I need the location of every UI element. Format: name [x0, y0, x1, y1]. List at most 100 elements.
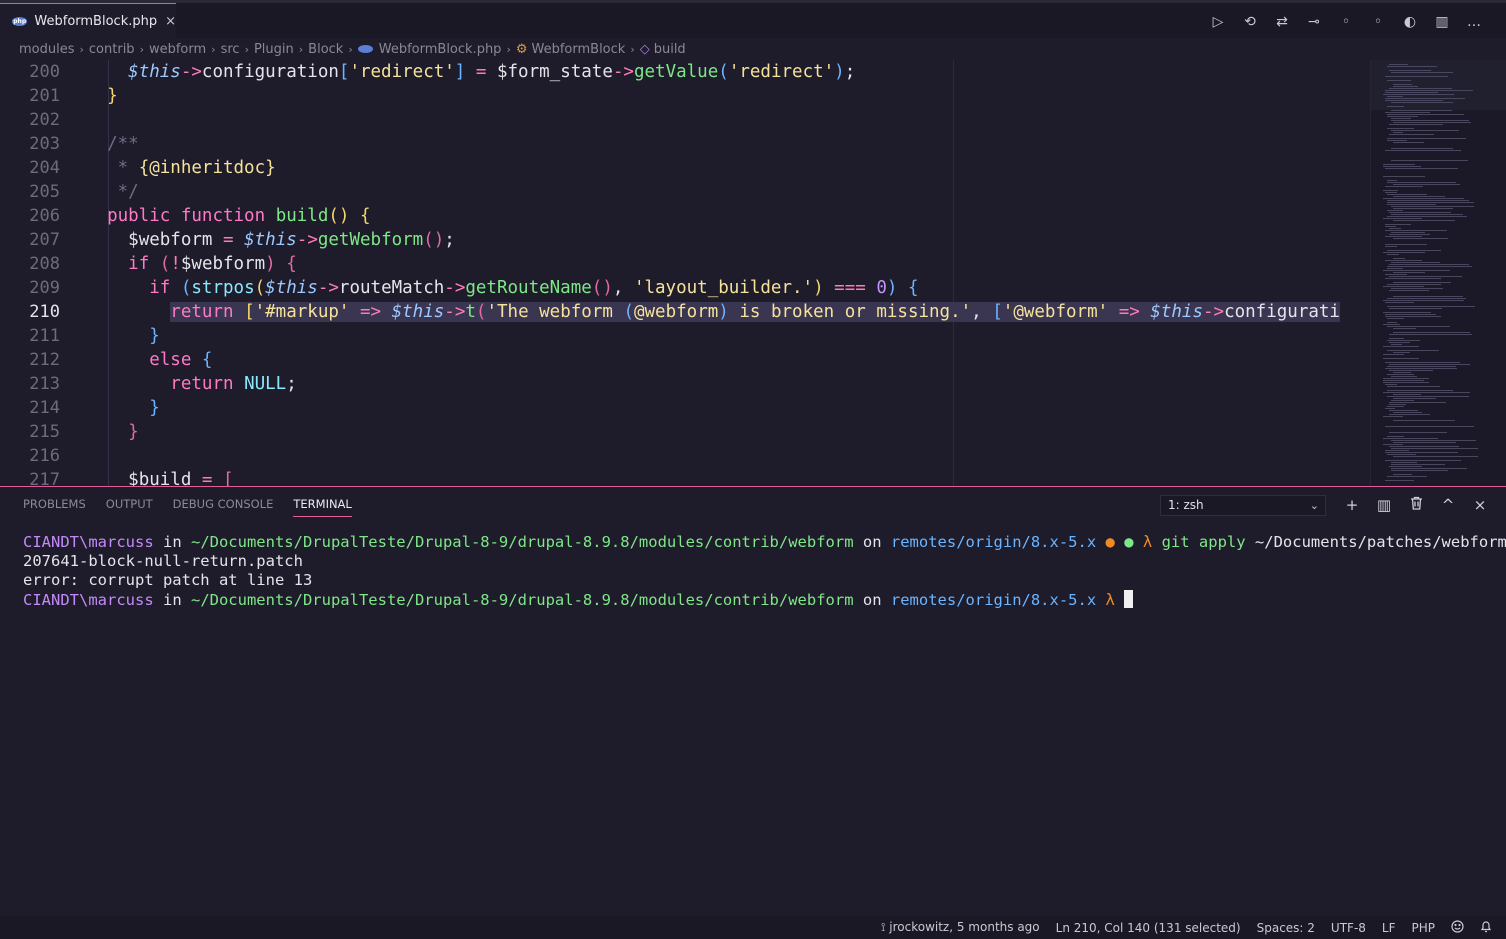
terminal-output[interactable]: CIANDT\marcuss in ~/Documents/DrupalTest… — [23, 533, 1506, 610]
language-mode-status[interactable]: PHP — [1412, 921, 1436, 935]
line-number: 207 — [29, 230, 60, 250]
minimap-line — [1389, 410, 1418, 411]
close-icon[interactable]: × — [165, 14, 176, 29]
new-terminal-icon[interactable]: + — [1336, 494, 1368, 516]
minimap-line — [1387, 436, 1404, 437]
breadcrumb-method[interactable]: build — [654, 42, 686, 57]
php-file-icon — [357, 45, 373, 53]
minimap-line — [1385, 236, 1422, 237]
minimap-line — [1393, 196, 1445, 197]
breadcrumb-item-contrib[interactable]: contrib — [89, 42, 135, 57]
more-actions-icon[interactable]: … — [1458, 12, 1490, 32]
minimap-line — [1393, 372, 1411, 373]
minimap-line — [1387, 216, 1467, 217]
code-line: if (strpos($this->routeMatch->getRouteNa… — [149, 278, 919, 298]
minimap-line — [1393, 238, 1448, 239]
code-line: $build = [ — [128, 470, 234, 486]
minimap-line — [1389, 88, 1452, 89]
maximize-panel-icon[interactable]: ^ — [1432, 494, 1464, 516]
minimap-line — [1383, 382, 1429, 383]
compare-changes-icon[interactable]: ⇄ — [1266, 12, 1298, 32]
indentation-status[interactable]: Spaces: 2 — [1257, 921, 1315, 935]
minimap-line — [1387, 476, 1427, 477]
minimap-line — [1389, 334, 1472, 335]
minimap-line — [1385, 408, 1395, 409]
tab-debug-console[interactable]: DEBUG CONSOLE — [173, 497, 274, 517]
tab-webformblock[interactable]: php WebformBlock.php × — [0, 3, 176, 38]
minimap-line — [1385, 316, 1441, 317]
trash-icon[interactable] — [1400, 494, 1432, 516]
timeline-icon[interactable]: ◐ — [1394, 12, 1426, 32]
minimap-line — [1391, 464, 1445, 465]
code-line: if (!$webform) { — [128, 254, 297, 274]
line-number: 209 — [29, 278, 60, 298]
minimap-line — [1387, 140, 1407, 141]
minimap-line — [1385, 452, 1458, 453]
code-line: */ — [117, 182, 139, 202]
minimap-line — [1383, 392, 1470, 393]
tab-terminal[interactable]: TERMINAL — [293, 497, 352, 517]
minimap-line — [1385, 92, 1438, 93]
minimap-line — [1393, 420, 1455, 421]
run-icon[interactable]: ▷ — [1202, 12, 1234, 32]
minimap-line — [1387, 350, 1439, 351]
code-line: * {@inheritdoc} — [117, 158, 276, 178]
minimap-line — [1387, 366, 1456, 367]
history-icon[interactable]: ⟲ — [1234, 12, 1266, 32]
breadcrumb-class[interactable]: WebformBlock — [532, 42, 626, 57]
eol-status[interactable]: LF — [1382, 921, 1396, 935]
minimap[interactable] — [1370, 60, 1506, 486]
minimap-line — [1389, 228, 1401, 229]
code-editor[interactable]: 200 201 202 203 204 205 206 207 208 209 … — [0, 60, 1506, 486]
breadcrumb-item-webform[interactable]: webform — [149, 42, 206, 57]
minimap-line — [1391, 288, 1443, 289]
terminal-selector[interactable]: 1: zsh ⌄ — [1160, 495, 1326, 516]
git-blame-status[interactable]: ⟟ jrockowitz, 5 months ago — [881, 920, 1040, 935]
minimap-line — [1389, 446, 1459, 447]
tab-output[interactable]: OUTPUT — [106, 497, 153, 517]
minimap-line — [1387, 210, 1403, 211]
minimap-line — [1383, 300, 1464, 301]
minimap-line — [1387, 266, 1472, 267]
breadcrumb-item-src[interactable]: src — [221, 42, 240, 57]
minimap-line — [1385, 90, 1473, 91]
panel-tabs: PROBLEMS OUTPUT DEBUG CONSOLE TERMINAL — [23, 497, 352, 517]
cursor-position-status[interactable]: Ln 210, Col 140 (131 selected) — [1056, 921, 1241, 935]
minimap-line — [1387, 96, 1403, 97]
minimap-line — [1385, 168, 1458, 169]
encoding-status[interactable]: UTF-8 — [1331, 921, 1366, 935]
breadcrumb-file[interactable]: WebformBlock.php — [379, 42, 502, 57]
minimap-line — [1387, 200, 1469, 201]
minimap-line — [1383, 252, 1425, 253]
git-commit-icon[interactable]: ⊸ — [1298, 12, 1330, 32]
code-line: else { — [149, 350, 213, 370]
minimap-line — [1393, 258, 1405, 259]
bell-icon[interactable] — [1480, 920, 1492, 936]
previous-change-icon[interactable]: ◦ — [1330, 12, 1362, 32]
minimap-line — [1387, 306, 1475, 307]
minimap-line — [1393, 474, 1412, 475]
split-editor-icon[interactable]: ▥ — [1426, 12, 1458, 32]
minimap-line — [1383, 438, 1438, 439]
breadcrumb-item-plugin[interactable]: Plugin — [254, 42, 294, 57]
minimap-line — [1393, 220, 1455, 221]
minimap-line — [1387, 128, 1414, 129]
minimap-line — [1393, 442, 1456, 443]
minimap-line — [1385, 226, 1396, 227]
minimap-line — [1393, 84, 1412, 85]
feedback-icon[interactable] — [1451, 919, 1464, 936]
breadcrumb-item-modules[interactable]: modules — [19, 42, 75, 57]
code-line-selected: return ['#markup' => $this->t('The webfo… — [170, 302, 1340, 322]
minimap-line — [1385, 426, 1474, 427]
split-terminal-icon[interactable]: ▥ — [1368, 494, 1400, 516]
minimap-line — [1385, 186, 1423, 187]
line-number: 212 — [29, 350, 60, 370]
minimap-line — [1385, 98, 1465, 99]
next-change-icon[interactable]: ◦ — [1362, 12, 1394, 32]
close-panel-icon[interactable]: × — [1464, 494, 1496, 516]
breadcrumb-item-block[interactable]: Block — [308, 42, 343, 57]
minimap-line — [1385, 368, 1457, 369]
minimap-line — [1385, 244, 1427, 245]
line-number: 204 — [29, 158, 60, 178]
tab-problems[interactable]: PROBLEMS — [23, 497, 86, 517]
